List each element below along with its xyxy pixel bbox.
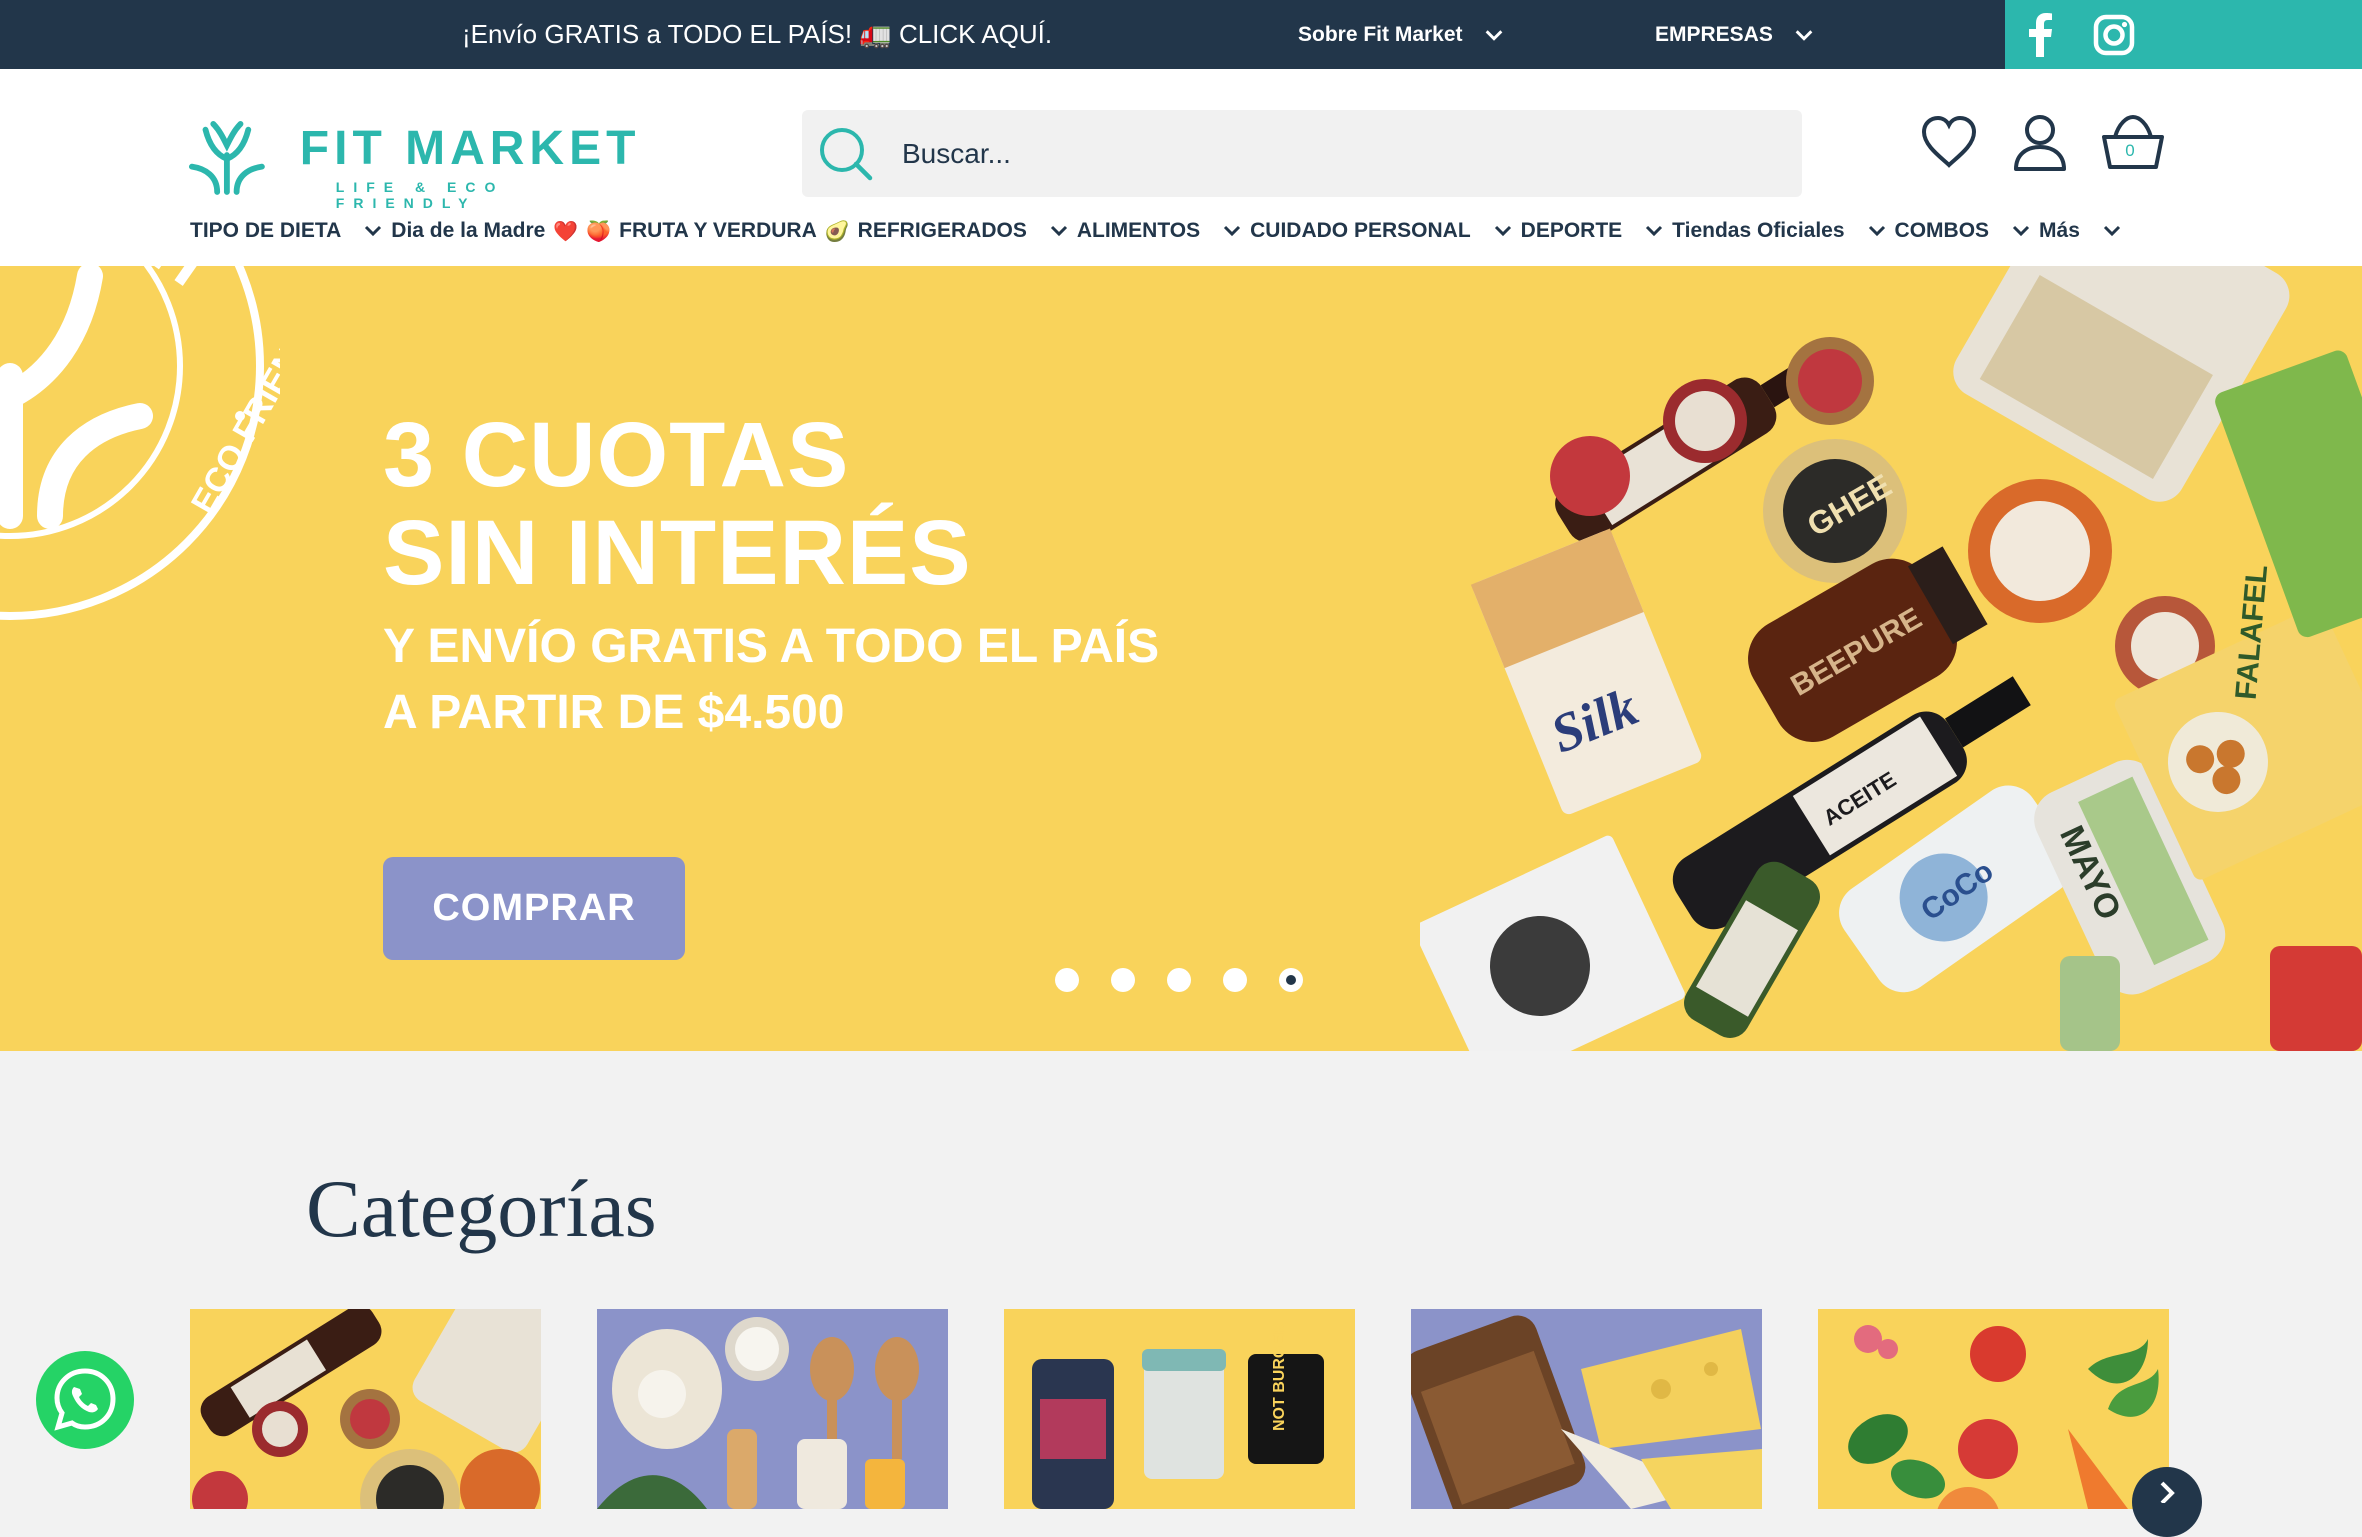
chevron-down-icon [365,225,382,237]
category-card-fruit-veg[interactable] [1818,1309,2169,1509]
logo-leaf-icon [188,120,265,195]
chevron-down-icon [1795,29,1813,41]
nav-item-label: DEPORTE [1520,219,1623,242]
chevron-down-icon [2012,225,2030,237]
main-nav: TIPO DE DIETA Dia de la Madre ❤️ 🍑 FRUTA… [190,213,2130,249]
about-dropdown-label: Sobre Fit Market [1298,23,1463,46]
category-image [192,1309,541,1509]
chevron-down-icon [1494,225,1511,237]
business-dropdown-label: EMPRESAS [1655,23,1773,46]
hero-banner[interactable]: ECO FRIENDLY RKET 3 CUOTAS SIN INTERÉS Y… [0,266,2362,1051]
hero-headline-line2: SIN INTERÉS [383,502,972,604]
hero-headline: 3 CUOTAS SIN INTERÉS [383,406,972,602]
nav-item-sport[interactable]: DEPORTE [1521,219,1673,243]
business-dropdown[interactable]: EMPRESAS [1655,0,1815,69]
nav-item-label: CUIDADO PERSONAL [1250,219,1471,242]
heart-icon[interactable] [1920,113,1978,171]
category-card-personal-care[interactable] [597,1309,948,1509]
hero-subheadline-line1: Y ENVÍO GRATIS A TODO EL PAÍS [383,620,1160,673]
categories-carousel: NOT BURGER [190,1309,2290,1509]
free-shipping-promo-link[interactable]: ¡Envío GRATIS a TODO EL PAÍS! 🚛 CLICK AQ… [462,0,1052,69]
carousel-dot[interactable] [1111,968,1135,992]
category-image [1848,1325,2159,1509]
chevron-down-icon [1224,225,1241,237]
chevron-down-icon [1868,225,1885,237]
chevron-right-icon [2160,1481,2175,1505]
heart-emoji: ❤️ [553,220,579,243]
nav-item-personal-care[interactable]: CUIDADO PERSONAL [1250,219,1521,243]
category-card-pantry[interactable] [190,1309,541,1509]
hero-subheadline: Y ENVÍO GRATIS A TODO EL PAÍS A PARTIR D… [383,614,1159,746]
fit-market-logo[interactable]: FIT MARKET LIFE & ECO FRIENDLY [188,115,648,225]
about-dropdown[interactable]: Sobre Fit Market [1298,0,1505,69]
categories-title: Categorías [306,1163,657,1254]
carousel-dot[interactable] [1055,968,1079,992]
nav-item-combos[interactable]: COMBOS [1895,219,2040,243]
nav-item-refrigerated[interactable]: REFRIGERADOS [858,219,1077,243]
hero-subheadline-line2: A PARTIR DE $4.500 [383,686,845,739]
nav-item-label: REFRIGERADOS [857,219,1027,242]
nav-item-food[interactable]: ALIMENTOS [1077,219,1250,243]
chevron-down-icon [2103,225,2120,237]
category-image [1411,1315,1762,1509]
search-icon[interactable] [818,126,874,182]
facebook-icon[interactable] [2025,12,2055,57]
carousel-dots [1055,968,1303,992]
user-icon[interactable] [2011,113,2069,171]
svg-text:RKET: RKET [31,266,232,308]
buy-button[interactable]: COMPRAR [383,857,685,960]
nav-item-label: TIPO DE DIETA [190,219,342,242]
carousel-dot[interactable] [1223,968,1247,992]
nav-item-label: FRUTA Y VERDURA [619,219,817,242]
carousel-dot[interactable] [1167,968,1191,992]
nav-item-diet-type[interactable]: TIPO DE DIETA [190,219,391,243]
chevron-down-icon [1646,225,1663,237]
chevron-down-icon [1485,29,1502,41]
carousel-dot-active[interactable] [1279,968,1303,992]
nav-item-label: ALIMENTOS [1076,219,1201,242]
logo-title: FIT MARKET [299,122,641,175]
category-card-bakery-cheese[interactable] [1411,1309,1762,1509]
products-collage-image: GHEE BEEPURE Silk ACEITE CoCo MAYO FALAF… [1420,266,2362,1051]
chevron-down-icon [1050,225,1067,237]
search-bar [802,110,1802,197]
peach-emoji: 🍑 [586,220,612,243]
site-header: FIT MARKET LIFE & ECO FRIENDLY 0 TIPO DE… [0,69,2362,266]
nav-item-label: Dia de la Madre [391,219,546,242]
avocado-emoji: 🥑 [824,220,850,243]
nav-item-fruit-veg[interactable]: 🍑 FRUTA Y VERDURA 🥑 [586,219,857,244]
whatsapp-chat-button[interactable] [36,1351,134,1449]
svg-text:NOT BURGER: NOT BURGER [1271,1323,1288,1431]
hero-headline-line1: 3 CUOTAS [383,404,850,506]
svg-text:ECO FRIENDLY: ECO FRIENDLY [184,284,280,520]
instagram-icon[interactable] [2093,14,2135,56]
nav-item-label: Más [2039,219,2080,242]
category-image: NOT BURGER [1032,1323,1324,1509]
category-image [597,1317,919,1509]
cart-count-badge: 0 [2125,141,2135,160]
category-card-refrigerated[interactable]: NOT BURGER [1004,1309,1355,1509]
top-bar: ¡Envío GRATIS a TODO EL PAÍS! 🚛 CLICK AQ… [0,0,2362,69]
carousel-next-button[interactable] [2132,1467,2202,1537]
nav-item-official-stores[interactable]: Tiendas Oficiales [1672,219,1894,243]
social-links [2005,0,2362,69]
logo-tagline: LIFE & ECO FRIENDLY [335,179,505,211]
whatsapp-icon [54,1368,116,1431]
nav-item-label: COMBOS [1894,219,1990,242]
search-input[interactable] [902,137,1752,170]
nav-item-mothers-day[interactable]: Dia de la Madre ❤️ [391,219,586,244]
nav-item-label: Tiendas Oficiales [1672,219,1845,242]
nav-item-more[interactable]: Más [2039,219,2130,243]
fit-market-emblem: ECO FRIENDLY RKET [0,266,280,620]
